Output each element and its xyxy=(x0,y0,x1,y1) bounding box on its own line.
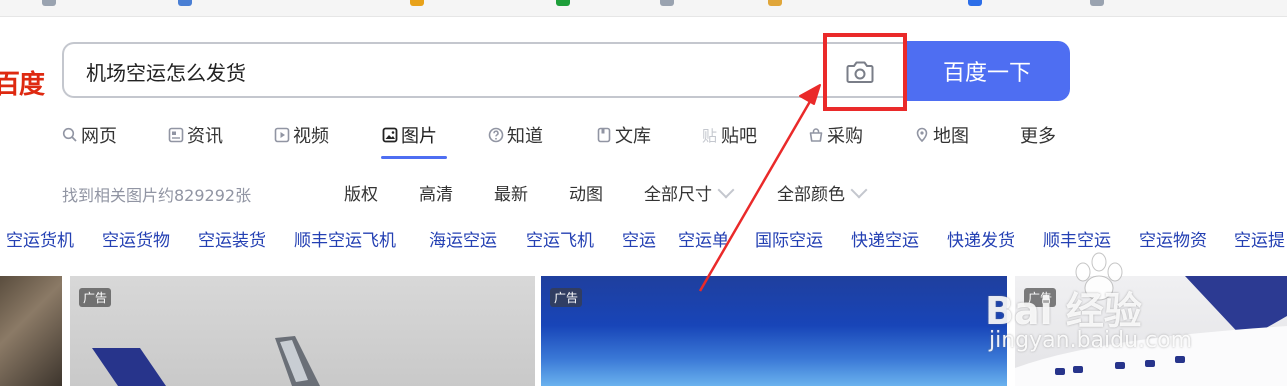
related-link[interactable]: 快递空运 xyxy=(851,226,919,251)
tab-news[interactable]: 资讯 xyxy=(168,120,223,150)
tab-label: 视频 xyxy=(293,126,329,147)
document-icon xyxy=(596,127,612,143)
bookmark-icon[interactable] xyxy=(968,0,982,6)
filter-label: 动图 xyxy=(569,185,603,205)
ad-badge: 广告 xyxy=(550,288,583,307)
related-link[interactable]: 空运单 xyxy=(678,226,729,251)
related-link[interactable]: 国际空运 xyxy=(755,226,823,251)
airplane-tail-image xyxy=(92,336,320,386)
tab-label: 知道 xyxy=(507,126,543,147)
bookmark-bar xyxy=(0,0,1287,17)
news-icon xyxy=(168,127,184,143)
ad-badge: 广告 xyxy=(79,288,112,307)
filter-color-dropdown[interactable]: 全部颜色 xyxy=(777,180,868,205)
search-button[interactable]: 百度一下 xyxy=(904,41,1070,101)
search-input[interactable] xyxy=(84,54,808,88)
tab-label: 更多 xyxy=(1020,126,1056,147)
related-link[interactable]: 海运空运 xyxy=(429,226,497,251)
ad-badge: 广告 xyxy=(1024,288,1057,307)
tieba-icon: 贴 xyxy=(702,127,718,145)
tab-web[interactable]: 网页 xyxy=(62,120,117,150)
map-icon xyxy=(914,127,930,143)
filter-hd[interactable]: 高清 xyxy=(419,180,453,205)
active-tab-indicator xyxy=(381,156,447,159)
related-link[interactable]: 空运货物 xyxy=(102,226,170,251)
bookmark-icon[interactable] xyxy=(1090,0,1104,6)
bookmark-icon[interactable] xyxy=(660,0,674,6)
tab-shopping[interactable]: 采购 xyxy=(808,120,863,150)
filter-latest[interactable]: 最新 xyxy=(494,180,528,205)
filter-label: 版权 xyxy=(344,185,378,205)
tab-label: 网页 xyxy=(81,126,117,147)
filter-animated[interactable]: 动图 xyxy=(569,180,603,205)
tab-zhidao[interactable]: 知道 xyxy=(488,120,543,150)
filter-label: 全部尺寸 xyxy=(644,185,712,205)
tab-wenku[interactable]: 文库 xyxy=(596,120,651,150)
image-result[interactable] xyxy=(0,276,62,386)
image-result[interactable]: 广告 xyxy=(541,276,1007,386)
result-count: 找到相关图片约829292张 xyxy=(62,186,252,205)
tab-label: 采购 xyxy=(827,126,863,147)
chevron-down-icon xyxy=(717,181,735,198)
related-link[interactable]: 顺丰空运 xyxy=(1043,226,1111,251)
filter-copyright[interactable]: 版权 xyxy=(344,180,378,205)
related-link[interactable]: 空运飞机 xyxy=(526,226,594,251)
bookmark-icon[interactable] xyxy=(42,0,56,6)
tab-label: 贴吧 xyxy=(721,126,757,147)
filter-size-dropdown[interactable]: 全部尺寸 xyxy=(644,180,735,205)
filter-label: 最新 xyxy=(494,185,528,205)
related-link[interactable]: 空运 xyxy=(622,226,656,251)
filter-label: 全部颜色 xyxy=(777,185,845,205)
image-result[interactable]: 广告 xyxy=(70,276,535,386)
bookmark-icon[interactable] xyxy=(178,0,192,6)
search-box xyxy=(62,42,914,98)
search-icon xyxy=(62,127,78,143)
tab-label: 地图 xyxy=(933,126,969,147)
related-link[interactable]: 空运物资 xyxy=(1139,226,1207,251)
related-link[interactable]: 顺丰空运飞机 xyxy=(294,226,396,251)
bookmark-icon[interactable] xyxy=(768,0,782,6)
tab-label: 资讯 xyxy=(187,126,223,147)
tab-label: 图片 xyxy=(401,126,437,147)
bookmark-icon[interactable] xyxy=(556,0,570,6)
related-link[interactable]: 快递发货 xyxy=(947,226,1015,251)
tab-map[interactable]: 地图 xyxy=(914,120,969,150)
image-result[interactable]: 广告 xyxy=(1015,276,1287,386)
shopping-icon xyxy=(808,127,824,143)
related-link[interactable]: 空运装货 xyxy=(198,226,266,251)
question-icon xyxy=(488,127,504,143)
tab-label: 文库 xyxy=(615,126,651,147)
svg-text:贴: 贴 xyxy=(702,127,717,143)
related-link[interactable]: 空运提 xyxy=(1234,226,1285,251)
baidu-logo[interactable]: 百度 xyxy=(0,64,45,101)
tab-video[interactable]: 视频 xyxy=(274,120,329,150)
tab-images[interactable]: 图片 xyxy=(382,120,437,150)
related-link[interactable]: 空运货机 xyxy=(6,226,74,251)
bookmark-icon[interactable] xyxy=(410,0,424,6)
chevron-down-icon xyxy=(850,181,868,198)
filter-label: 高清 xyxy=(419,185,453,205)
tab-more[interactable]: 更多 xyxy=(1020,120,1056,150)
annotation-highlight-box xyxy=(823,33,907,111)
video-icon xyxy=(274,127,290,143)
tab-tieba[interactable]: 贴 贴吧 xyxy=(702,120,757,150)
image-icon xyxy=(382,127,398,143)
